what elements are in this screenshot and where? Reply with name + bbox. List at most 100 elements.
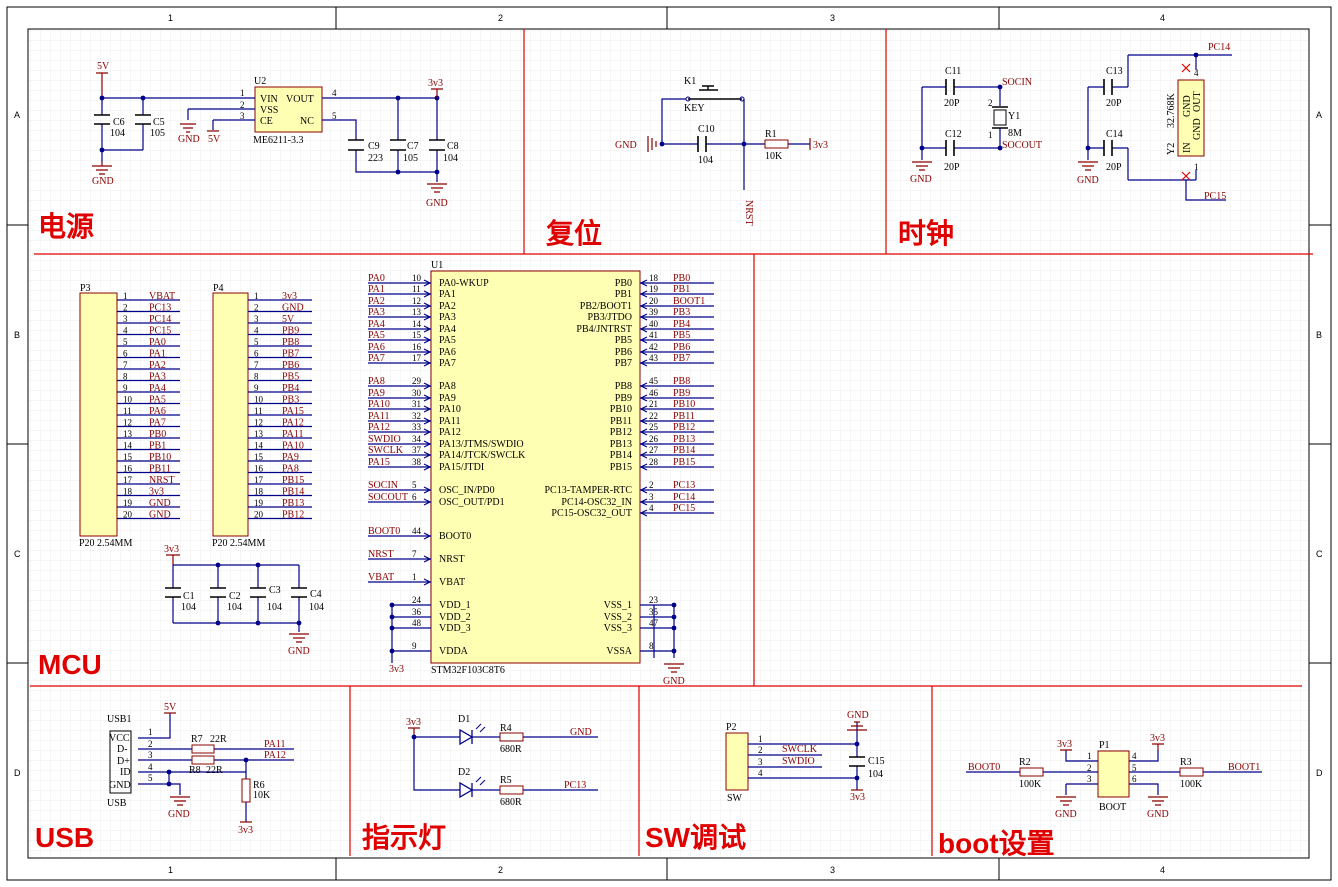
zone-col-2: 2 bbox=[498, 13, 503, 23]
p3-pin-number: 1 bbox=[123, 291, 128, 301]
usb1-ref: USB1 bbox=[107, 714, 131, 725]
u1-left-pinname: PA2 bbox=[439, 301, 456, 312]
u1-vss-pinname: VSS_1 bbox=[604, 600, 632, 611]
reset-nrst-label: NRST bbox=[743, 200, 754, 226]
u1-right-pinname: PB4/JNTRST bbox=[576, 324, 632, 335]
c4-ref: C4 bbox=[310, 589, 322, 600]
u1-right-net: PB10 bbox=[673, 399, 695, 410]
u1-right-net: BOOT1 bbox=[673, 296, 705, 307]
p3-net-label: PC13 bbox=[149, 303, 171, 314]
u1-left-pinnum: 5 bbox=[412, 480, 417, 490]
p3-pin-number: 2 bbox=[123, 303, 128, 313]
u1-right-pinname: PB12 bbox=[610, 427, 632, 438]
zone-col-3: 3 bbox=[830, 13, 835, 23]
p3-pin-number: 12 bbox=[123, 418, 132, 428]
c14-value: 20P bbox=[1106, 162, 1122, 173]
u1-right-pinnum: 41 bbox=[649, 330, 658, 340]
u1-right-net: PB14 bbox=[673, 445, 695, 456]
mcu-gnd-label: GND bbox=[663, 676, 685, 687]
u1-right-net: PB15 bbox=[673, 457, 695, 468]
u1-right-net: PB8 bbox=[673, 376, 690, 387]
u1-left-net: PA1 bbox=[368, 284, 385, 295]
p4-net-label: PB9 bbox=[282, 326, 299, 337]
c4-value: 104 bbox=[309, 602, 324, 613]
p3-pin-number: 8 bbox=[123, 372, 128, 382]
y2-pinnum-1: 1 bbox=[1194, 162, 1199, 172]
section-title-sw: SW调试 bbox=[645, 822, 746, 853]
u1-right-pinname: PB8 bbox=[615, 381, 632, 392]
y1-ref: Y1 bbox=[1008, 111, 1020, 122]
u2-pinnum-1: 1 bbox=[240, 88, 245, 98]
u1-left-pinname: PA12 bbox=[439, 427, 461, 438]
u1-left-pinnum: 29 bbox=[412, 376, 422, 386]
p3-pin-number: 7 bbox=[123, 360, 128, 370]
decap-3v3-label: 3v3 bbox=[164, 544, 179, 555]
usb-pin-dplus: D+ bbox=[117, 756, 130, 767]
r4-value: 680R bbox=[500, 744, 522, 755]
p3-pin-number: 10 bbox=[123, 395, 133, 405]
u1-right-pinname: PC15-OSC32_OUT bbox=[551, 508, 632, 519]
mcu-3v3-label: 3v3 bbox=[389, 664, 404, 675]
r5-ref: R5 bbox=[500, 775, 512, 786]
p3-net-label: GND bbox=[149, 510, 171, 521]
u1-vdd-pinname: VDD_3 bbox=[439, 623, 471, 634]
u1-left-pinnum: 30 bbox=[412, 388, 422, 398]
u1-left-pinnum: 1 bbox=[412, 572, 417, 582]
c1-value: 104 bbox=[181, 602, 196, 613]
sw-3v3-label: 3v3 bbox=[850, 792, 865, 803]
p2-name: SW bbox=[727, 793, 743, 804]
p1-pinnum-1: 1 bbox=[1087, 751, 1092, 761]
y2-pinnum-4: 4 bbox=[1194, 68, 1199, 78]
u2-pin-ce: CE bbox=[260, 116, 273, 127]
p3-pin-number: 13 bbox=[123, 429, 133, 439]
boot-boot0-label: BOOT0 bbox=[968, 762, 1000, 773]
u1-left-pinnum: 11 bbox=[412, 284, 421, 294]
u1-left-net: NRST bbox=[368, 549, 394, 560]
usb1-name: USB bbox=[107, 798, 127, 809]
u1-vdd-pinnum: 9 bbox=[412, 641, 417, 651]
u1-left-pinname: PA1 bbox=[439, 289, 456, 300]
zone-row-a-right: A bbox=[1316, 110, 1322, 120]
u1-right-pinnum: 40 bbox=[649, 319, 659, 329]
u1-right-pinnum: 22 bbox=[649, 411, 658, 421]
power-gnd-label-2: GND bbox=[426, 198, 448, 209]
u1-left-net: PA2 bbox=[368, 296, 385, 307]
u1-left-pinname: PA11 bbox=[439, 416, 461, 427]
p3-pin-number: 5 bbox=[123, 337, 128, 347]
usb-5v-label: 5V bbox=[164, 702, 177, 713]
p4-net-label: PB12 bbox=[282, 510, 304, 521]
led-pc13-label: PC13 bbox=[564, 780, 586, 791]
p4-body bbox=[212, 292, 249, 537]
p3-pin-number: 19 bbox=[123, 498, 133, 508]
p4-pin-number: 8 bbox=[254, 372, 259, 382]
u1-right-pinnum: 18 bbox=[649, 273, 659, 283]
u1-vdd-pinnum: 24 bbox=[412, 595, 422, 605]
u2-pin-vss: VSS bbox=[260, 105, 278, 116]
p4-net-label: PA11 bbox=[282, 429, 304, 440]
p1-pinnum-4: 4 bbox=[1132, 751, 1137, 761]
zone-row-b: B bbox=[14, 330, 20, 340]
p4-pin-number: 13 bbox=[254, 429, 264, 439]
u2-part: ME6211-3.3 bbox=[253, 135, 303, 146]
p4-pin-number: 15 bbox=[254, 452, 264, 462]
u1-left-net: PA12 bbox=[368, 422, 390, 433]
d2-ref: D2 bbox=[458, 767, 470, 778]
u1-right-pinnum: 2 bbox=[649, 480, 654, 490]
p4-pin-number: 7 bbox=[254, 360, 259, 370]
u1-left-pinnum: 31 bbox=[412, 399, 421, 409]
r1-value: 10K bbox=[765, 151, 783, 162]
zone-col-1: 1 bbox=[168, 13, 173, 23]
p2-pinnum-1: 1 bbox=[758, 734, 763, 744]
c9-value: 223 bbox=[368, 153, 383, 164]
u1-right-pinnum: 27 bbox=[649, 445, 659, 455]
c6-value: 104 bbox=[110, 128, 125, 139]
u1-left-pinname: PA5 bbox=[439, 335, 456, 346]
decap-gnd-label: GND bbox=[288, 646, 310, 657]
u1-left-pinname: PA0-WKUP bbox=[439, 278, 489, 289]
c7-ref: C7 bbox=[407, 141, 419, 152]
p4-net-label: PB6 bbox=[282, 360, 299, 371]
r3-ref: R3 bbox=[1180, 757, 1192, 768]
usb-3v3-label: 3v3 bbox=[238, 825, 253, 836]
u1-vdd-pinname: VDDA bbox=[439, 646, 469, 657]
u1-vdd-pinname: VDD_1 bbox=[439, 600, 471, 611]
